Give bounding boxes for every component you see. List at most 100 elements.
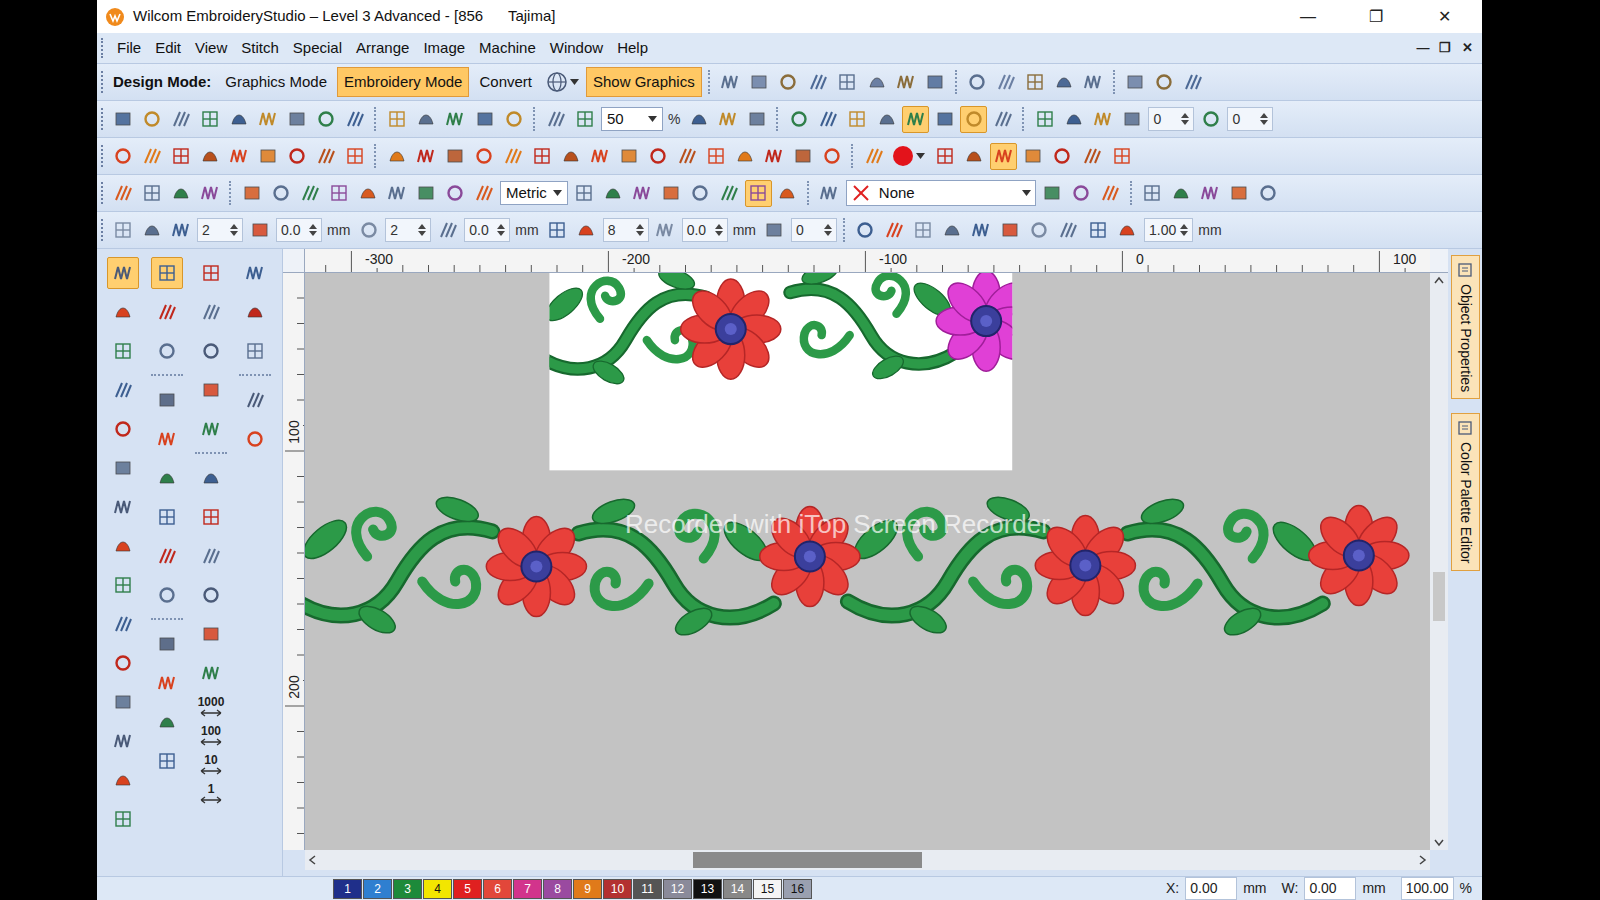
spin-field[interactable]: 0 — [791, 218, 837, 242]
tool-button[interactable] — [470, 143, 497, 170]
tool-button[interactable] — [1031, 106, 1058, 133]
color-chip[interactable]: 14 — [723, 879, 752, 899]
tool-button[interactable] — [652, 217, 679, 244]
menu-item[interactable]: File — [110, 37, 148, 60]
menu-item[interactable]: View — [188, 37, 234, 60]
tool-button[interactable] — [1197, 180, 1224, 207]
spinner-arrows-icon[interactable] — [636, 223, 644, 237]
tool-button[interactable] — [151, 423, 183, 455]
tool-button[interactable] — [239, 257, 271, 289]
tool-button[interactable] — [910, 217, 937, 244]
tool-button[interactable] — [151, 384, 183, 416]
spinner-arrows-icon[interactable] — [824, 223, 832, 237]
tool-button[interactable] — [1255, 180, 1282, 207]
scroll-down-icon[interactable] — [1430, 834, 1448, 850]
scroll-right-icon[interactable] — [1414, 851, 1430, 869]
tool-button[interactable] — [195, 579, 227, 611]
tool-button[interactable] — [107, 803, 139, 835]
tool-button[interactable] — [341, 143, 368, 170]
spin-field[interactable]: 8 — [603, 218, 649, 242]
design-canvas[interactable]: Recorded with iTop Screen Recorder — [305, 273, 1430, 850]
tool-button[interactable] — [195, 296, 227, 328]
tool-button[interactable] — [107, 452, 139, 484]
tool-button[interactable] — [893, 69, 920, 96]
spin-field[interactable]: 0.0 — [276, 218, 322, 242]
tool-button[interactable] — [743, 106, 770, 133]
tool-button[interactable] — [774, 180, 801, 207]
menu-item[interactable]: Window — [543, 37, 610, 60]
horizontal-scrollbar[interactable] — [305, 850, 1430, 870]
menu-item[interactable]: Arrange — [349, 37, 416, 60]
tool-button[interactable] — [151, 501, 183, 533]
tool-button[interactable] — [761, 217, 788, 244]
tool-button[interactable] — [167, 143, 194, 170]
tool-button[interactable] — [843, 106, 870, 133]
color-chip[interactable]: 7 — [513, 879, 542, 899]
tool-button[interactable] — [471, 106, 498, 133]
tool-button[interactable] — [151, 706, 183, 738]
tool-button[interactable] — [254, 106, 281, 133]
tool-button[interactable] — [542, 106, 569, 133]
tool-button[interactable] — [151, 335, 183, 367]
tool-button[interactable] — [107, 257, 139, 289]
spinner-arrows-icon[interactable] — [1260, 112, 1268, 126]
tool-button[interactable] — [881, 217, 908, 244]
tool-button[interactable] — [196, 106, 223, 133]
spinner-arrows-icon[interactable] — [309, 223, 317, 237]
tool-button[interactable] — [195, 501, 227, 533]
stitch-step-tool[interactable]: 1 — [199, 783, 223, 805]
flower-motif[interactable] — [1035, 515, 1135, 615]
tool-button[interactable] — [1026, 217, 1053, 244]
tool-button[interactable] — [151, 462, 183, 494]
tool-button[interactable] — [138, 143, 165, 170]
stitch-step-tool[interactable]: 10 — [199, 754, 223, 776]
toolbar-grip[interactable] — [101, 182, 104, 204]
tool-button[interactable] — [195, 462, 227, 494]
tool-button[interactable] — [238, 180, 265, 207]
tool-button[interactable] — [1019, 143, 1046, 170]
spin-field[interactable]: 2 — [385, 218, 431, 242]
tool-button[interactable] — [107, 296, 139, 328]
mode-button[interactable]: Embroidery Mode — [337, 67, 469, 97]
dropdown-field[interactable]: 50 — [601, 107, 663, 131]
tool-button[interactable] — [1122, 69, 1149, 96]
spin-field[interactable]: 0 — [1148, 107, 1194, 131]
vine-swirl[interactable] — [1127, 494, 1322, 640]
tool-button[interactable] — [312, 143, 339, 170]
tool-button[interactable] — [239, 335, 271, 367]
spinner-arrows-icon[interactable] — [1180, 223, 1188, 237]
color-chip[interactable]: 8 — [543, 879, 572, 899]
vine-swirl[interactable] — [305, 492, 492, 638]
tool-button[interactable] — [354, 180, 381, 207]
flower-motif[interactable] — [1309, 505, 1409, 605]
tool-button[interactable] — [1097, 180, 1124, 207]
tool-button[interactable] — [571, 180, 598, 207]
tool-button[interactable] — [499, 143, 526, 170]
tool-button[interactable] — [107, 647, 139, 679]
tool-button[interactable] — [195, 374, 227, 406]
tool-button[interactable] — [902, 106, 929, 133]
tool-button[interactable] — [658, 180, 685, 207]
tool-button[interactable] — [196, 180, 223, 207]
tool-button[interactable] — [1151, 69, 1178, 96]
tool-button[interactable] — [685, 106, 712, 133]
color-chip[interactable]: 15 — [753, 879, 782, 899]
tool-button[interactable] — [1060, 106, 1087, 133]
tool-button[interactable] — [968, 217, 995, 244]
tool-button[interactable] — [383, 106, 410, 133]
tool-button[interactable] — [990, 143, 1017, 170]
stitch-step-tool[interactable]: 100 — [199, 725, 223, 747]
tool-button[interactable] — [1051, 69, 1078, 96]
tool-button[interactable] — [989, 106, 1016, 133]
color-chip[interactable]: 16 — [783, 879, 812, 899]
tool-button[interactable] — [1078, 143, 1105, 170]
tool-button[interactable] — [785, 106, 812, 133]
tool-button[interactable] — [296, 180, 323, 207]
tool-button[interactable] — [246, 217, 273, 244]
tool-button[interactable] — [109, 106, 136, 133]
tool-button[interactable] — [775, 69, 802, 96]
tool-button[interactable] — [196, 143, 223, 170]
tool-button[interactable] — [760, 143, 787, 170]
flower-motif[interactable] — [681, 279, 781, 379]
tool-button[interactable] — [1226, 180, 1253, 207]
